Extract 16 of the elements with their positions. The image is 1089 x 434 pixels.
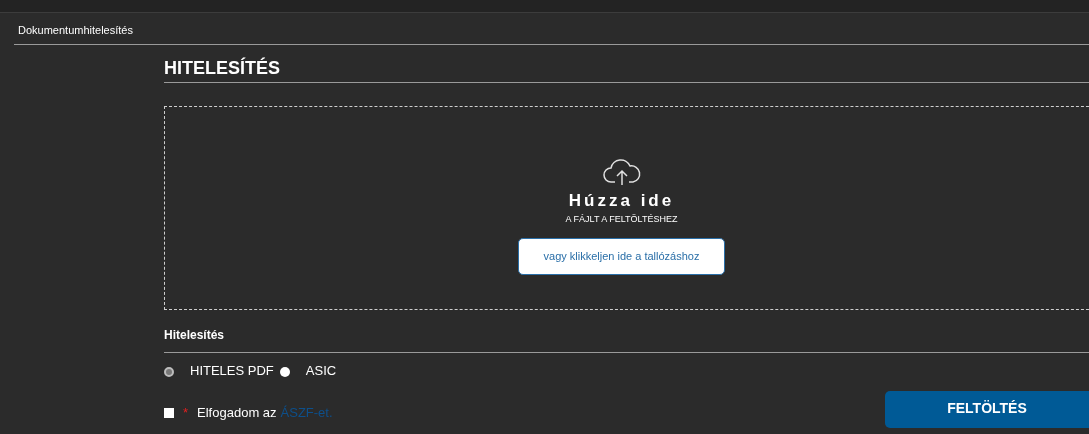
radio-option[interactable]: HITELES PDF <box>164 363 274 380</box>
drop-subtitle: A FÁJLT A FELTÖLTÉSHEZ <box>565 214 678 226</box>
browse-button[interactable]: vagy klikkeljen ide a tallózáshoz <box>518 238 725 276</box>
required-mark: * <box>183 404 189 422</box>
drop-title: Húzza ide <box>568 189 675 211</box>
radio-option[interactable]: ASIC <box>279 363 337 380</box>
radio-button[interactable] <box>279 366 290 377</box>
radio-button[interactable] <box>164 366 174 377</box>
cloud-upload-icon <box>601 157 642 186</box>
drop-zone[interactable]: Húzza ide A FÁJLT A FELTÖLTÉSHEZ vagy klikkeljen ide a tallózáshoz <box>164 105 1089 310</box>
breadcrumb: Dokumentumhitelesítés <box>18 24 133 36</box>
checkbox[interactable] <box>164 408 174 418</box>
terms-label: Elfogadom az <box>197 404 277 422</box>
upload-button[interactable]: FELTÖLTÉS <box>885 390 1089 428</box>
section-label: Hitelesítés <box>164 327 225 342</box>
page-heading: HITELESÍTÉS <box>164 57 281 80</box>
